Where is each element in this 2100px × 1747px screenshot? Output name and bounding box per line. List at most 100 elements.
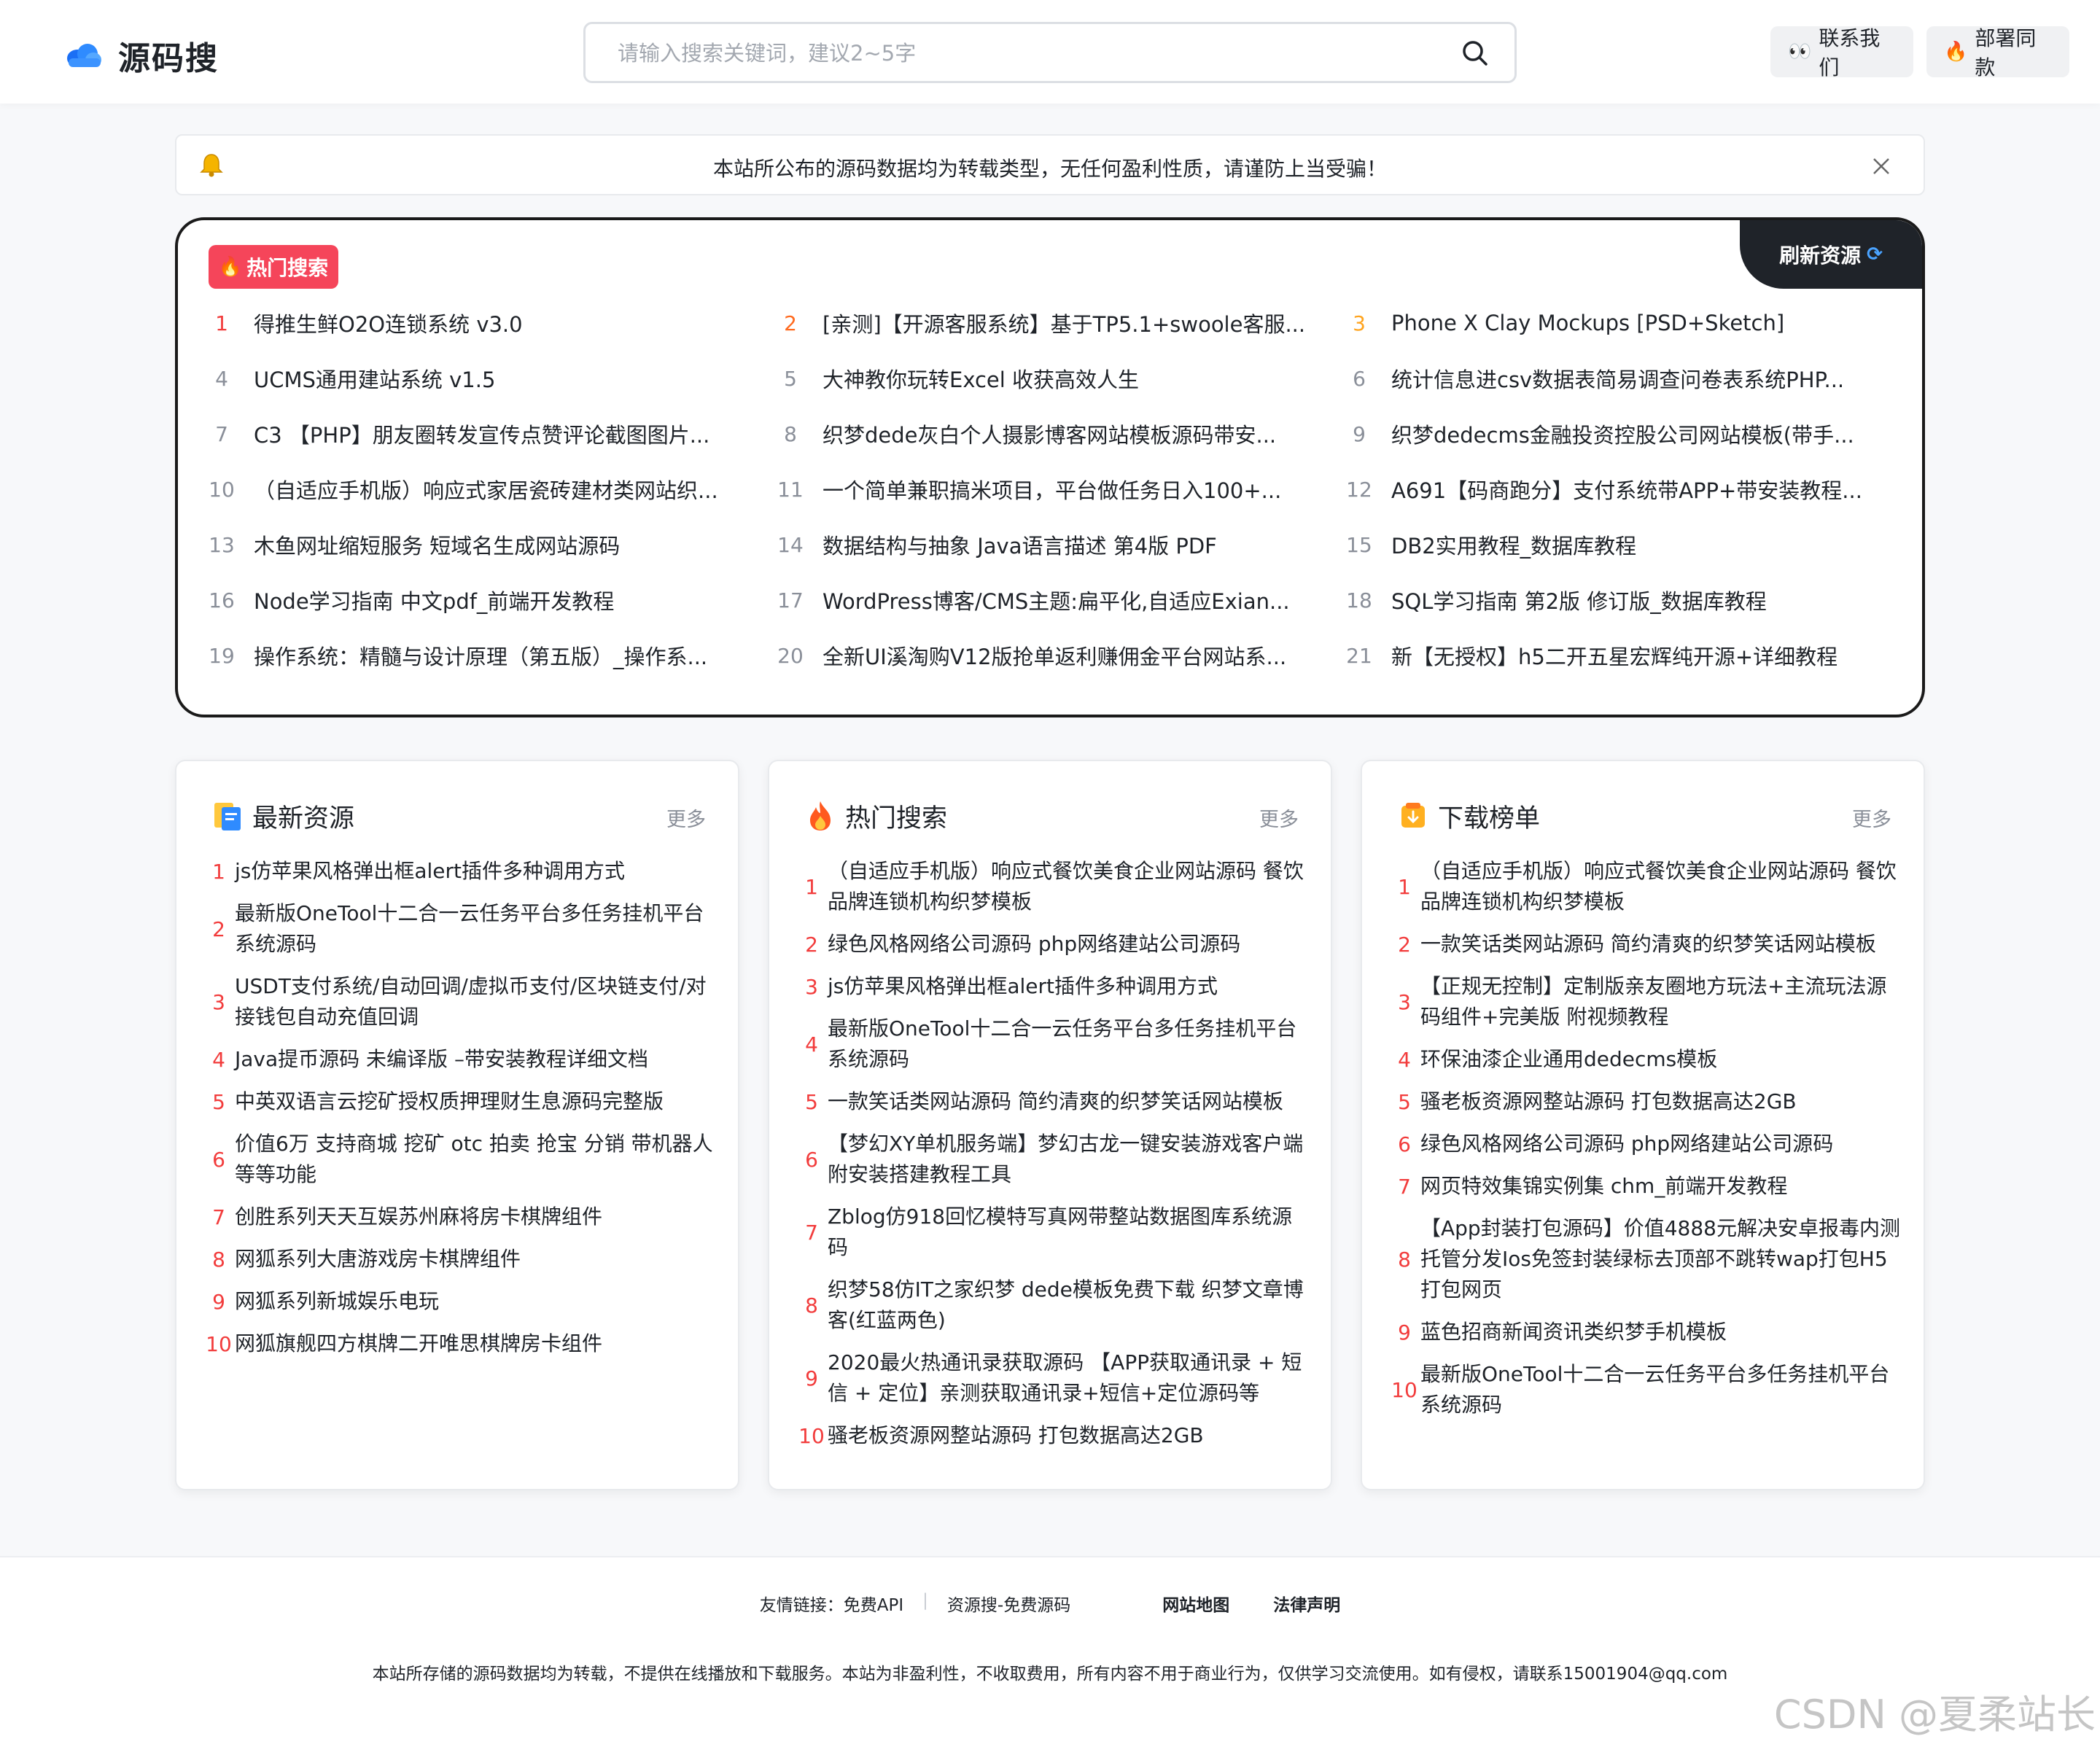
list-item[interactable]: 1 （自适应手机版）响应式餐饮美食企业网站源码 餐饮品牌连锁机构织梦模板 — [1391, 850, 1905, 923]
list-item-title: 价值6万 支持商城 挖矿 otc 拍卖 抢宝 分销 带机器人 等等功能 — [235, 1132, 713, 1186]
more-link[interactable]: 更多 — [1259, 804, 1299, 832]
hot-search-item[interactable]: 10 （自适应手机版）响应式家居瓷砖建材类网站织... — [207, 471, 761, 507]
hot-search-title: DB2实用教程_数据库教程 — [1391, 534, 1637, 559]
rank-number: 9 — [805, 1366, 818, 1390]
friend-link-source-search[interactable]: 资源搜-免费源码 — [947, 1591, 1070, 1616]
list-item[interactable]: 7 网页特效集锦实例集 chm_前端开发教程 — [1391, 1165, 1905, 1207]
list-item[interactable]: 4 环保油漆企业通用dedecms模板 — [1391, 1038, 1905, 1081]
list-item[interactable]: 6 绿色风格网络公司源码 php网络建站公司源码 — [1391, 1123, 1905, 1165]
list-item[interactable]: 1 （自适应手机版）响应式餐饮美食企业网站源码 餐饮品牌连锁机构织梦模板 — [798, 850, 1312, 923]
document-icon — [214, 803, 241, 830]
search-icon[interactable] — [1461, 39, 1490, 68]
list-item[interactable]: 4 Java提币源码 未编译版 –带安装教程详细文档 — [206, 1038, 719, 1081]
more-link[interactable]: 更多 — [666, 804, 706, 832]
rank-number: 2 — [212, 917, 225, 941]
rank-number: 6 — [1353, 366, 1366, 391]
hot-search-item[interactable]: 7 C3 【PHP】朋友圈转发宣传点赞评论截图图片... — [207, 416, 761, 452]
list-item[interactable]: 8 【App封装打包源码】价值4888元解决安卓报毒内测托管分发Ios免签封装绿标… — [1391, 1207, 1905, 1311]
list-item[interactable]: 7 Zblog仿918回忆模特写真网带整站数据图库系统源码 — [798, 1196, 1312, 1269]
rank-number: 1 — [215, 311, 228, 335]
hot-search-item[interactable]: 11 一个简单兼职搞米项目，平台做任务日入100+... — [776, 471, 1330, 507]
card-header: 热门搜索 更多 — [806, 798, 1299, 834]
list-item[interactable]: 3 【正规无控制】定制版亲友圈地方玩法+主流玩法源码组件+完美版 附视频教程 — [1391, 965, 1905, 1038]
hot-search-item[interactable]: 13 木鱼网址缩短服务 短域名生成网站源码 — [207, 526, 761, 563]
list-item[interactable]: 2 最新版OneTool十二合一云任务平台多任务挂机平台系统源码 — [206, 892, 719, 965]
hot-search-title: 大神教你玩转Excel 收获高效人生 — [822, 367, 1140, 392]
hot-search-item[interactable]: 16 Node学习指南 中文pdf_前端开发教程 — [207, 582, 761, 618]
list-item[interactable]: 10 骚老板资源网整站源码 打包数据高达2GB — [798, 1415, 1312, 1457]
close-icon[interactable] — [1871, 156, 1891, 176]
hot-search-item[interactable]: 20 全新UI溪淘购V12版抢单返利赚佣金平台网站系... — [776, 637, 1330, 674]
hot-search-title: 织梦dede灰白个人摄影博客网站模板源码带安... — [822, 423, 1277, 448]
hot-search-item[interactable]: 14 数据结构与抽象 Java语言描述 第4版 PDF — [776, 526, 1330, 563]
sitemap-link[interactable]: 网站地图 — [1162, 1591, 1229, 1616]
rank-number: 14 — [777, 532, 804, 557]
list-item[interactable]: 2 一款笑话类网站源码 简约清爽的织梦笑话网站模板 — [1391, 923, 1905, 965]
search-input[interactable] — [618, 36, 1420, 71]
hot-search-item[interactable]: 8 织梦dede灰白个人摄影博客网站模板源码带安... — [776, 416, 1330, 452]
hot-search-panel: 🔥 热门搜索 刷新资源 ⟳ 1 得推生鲜O2O连锁系统 v3.0 2 [亲测]【开源客… — [175, 217, 1925, 717]
hot-search-item[interactable]: 5 大神教你玩转Excel 收获高效人生 — [776, 360, 1330, 397]
hot-search-item[interactable]: 6 统计信息进csv数据表简易调查问卷表系统PHP... — [1345, 360, 1899, 397]
list-item[interactable]: 2 绿色风格网络公司源码 php网络建站公司源码 — [798, 923, 1312, 965]
flame-icon — [810, 801, 831, 830]
rank-number: 9 — [1398, 1320, 1411, 1345]
list-item[interactable]: 10 最新版OneTool十二合一云任务平台多任务挂机平台系统源码 — [1391, 1353, 1905, 1426]
list-item-title: 绿色风格网络公司源码 php网络建站公司源码 — [828, 932, 1241, 956]
deploy-same-button[interactable]: 🔥 部署同款 — [1926, 26, 2069, 79]
list-item-title: 【正规无控制】定制版亲友圈地方玩法+主流玩法源码组件+完美版 附视频教程 — [1420, 974, 1887, 1029]
hot-search-title: Phone X Clay Mockups [PSD+Sketch] — [1391, 311, 1785, 335]
list-item-title: 最新版OneTool十二合一云任务平台多任务挂机平台系统源码 — [1420, 1362, 1890, 1417]
hot-search-item[interactable]: 2 [亲测]【开源客服系统】基于TP5.1+swoole客服... — [776, 305, 1330, 341]
deploy-same-label: 部署同款 — [1975, 26, 2037, 79]
list-item[interactable]: 9 蓝色招商新闻资讯类织梦手机模板 — [1391, 1311, 1905, 1353]
hot-search-item[interactable]: 1 得推生鲜O2O连锁系统 v3.0 — [207, 305, 761, 341]
legal-notice-link[interactable]: 法律声明 — [1273, 1591, 1340, 1616]
list-item[interactable]: 6 价值6万 支持商城 挖矿 otc 拍卖 抢宝 分销 带机器人 等等功能 — [206, 1123, 719, 1196]
list-item[interactable]: 3 USDT支付系统/自动回调/虚拟币支付/区块链支付/对接钱包自动充值回调 — [206, 965, 719, 1038]
refresh-icon: ⟳ — [1867, 244, 1883, 265]
hot-search-item[interactable]: 9 织梦dedecms金融投资控股公司网站模板(带手... — [1345, 416, 1899, 452]
list-item-title: 最新版OneTool十二合一云任务平台多任务挂机平台系统源码 — [828, 1016, 1297, 1071]
list-item-title: 网狐旗舰四方棋牌二开唯思棋牌房卡组件 — [235, 1331, 603, 1355]
hot-search-title: 数据结构与抽象 Java语言描述 第4版 PDF — [822, 534, 1217, 559]
search-box[interactable] — [583, 22, 1517, 83]
rank-number: 20 — [777, 643, 804, 668]
friend-link-free-api[interactable]: 友情链接：免费API — [760, 1591, 903, 1616]
list-item[interactable]: 9 网狐系列新城娱乐电玩 — [206, 1280, 719, 1323]
list-item[interactable]: 9 2020最火热通讯录获取源码 【APP获取通讯录 + 短信 + 定位】亲测获取… — [798, 1342, 1312, 1415]
hot-search-item[interactable]: 18 SQL学习指南 第2版 修订版_数据库教程 — [1345, 582, 1899, 618]
list-item[interactable]: 7 创胜系列天天互娱苏州麻将房卡棋牌组件 — [206, 1196, 719, 1238]
hot-search-item[interactable]: 4 UCMS通用建站系统 v1.5 — [207, 360, 761, 397]
site-name: 源码搜 — [118, 40, 219, 77]
watermark: CSDN @夏柔站长 — [1773, 1692, 2096, 1738]
list-item[interactable]: 5 一款笑话类网站源码 简约清爽的织梦笑话网站模板 — [798, 1081, 1312, 1123]
contact-us-button[interactable]: 👀 联系我们 — [1770, 26, 1913, 79]
list-item[interactable]: 8 织梦58仿IT之家织梦 dede模板免费下载 织梦文章博客(红蓝两色) — [798, 1269, 1312, 1342]
hot-search-item[interactable]: 17 WordPress博客/CMS主题:扁平化,自适应Exian... — [776, 582, 1330, 618]
list-item[interactable]: 1 js仿苹果风格弹出框alert插件多种调用方式 — [206, 850, 719, 892]
hot-search-item[interactable]: 3 Phone X Clay Mockups [PSD+Sketch] — [1345, 305, 1899, 341]
list-item[interactable]: 3 js仿苹果风格弹出框alert插件多种调用方式 — [798, 965, 1312, 1008]
list-item[interactable]: 5 骚老板资源网整站源码 打包数据高达2GB — [1391, 1081, 1905, 1123]
rank-number: 8 — [805, 1293, 818, 1318]
rank-number: 12 — [1346, 477, 1372, 502]
card-title: 热门搜索 — [845, 804, 948, 833]
list-item[interactable]: 10 网狐旗舰四方棋牌二开唯思棋牌房卡组件 — [206, 1323, 719, 1365]
hot-search-item[interactable]: 19 操作系统：精髓与设计原理（第五版）_操作系... — [207, 637, 761, 674]
hot-search-item[interactable]: 15 DB2实用教程_数据库教程 — [1345, 526, 1899, 563]
more-link[interactable]: 更多 — [1852, 804, 1891, 832]
hot-search-title: SQL学习指南 第2版 修订版_数据库教程 — [1391, 589, 1767, 614]
site-logo[interactable]: 源码搜 — [64, 32, 219, 79]
rank-number: 7 — [1398, 1174, 1411, 1199]
refresh-resources-button[interactable]: 刷新资源 ⟳ — [1740, 220, 1922, 289]
list-item[interactable]: 8 网狐系列大唐游戏房卡棋牌组件 — [206, 1238, 719, 1280]
list-item[interactable]: 4 最新版OneTool十二合一云任务平台多任务挂机平台系统源码 — [798, 1008, 1312, 1081]
hot-search-item[interactable]: 12 A691【码商跑分】支付系统带APP+带安装教程... — [1345, 471, 1899, 507]
list-item[interactable]: 6 【梦幻XY单机服务端】梦幻古龙一键安装游戏客户端附安装搭建教程工具 — [798, 1123, 1312, 1196]
list-item[interactable]: 5 中英双语言云挖矿授权质押理财生息源码完整版 — [206, 1081, 719, 1123]
latest-resources-card: 最新资源 更多 1 js仿苹果风格弹出框alert插件多种调用方式 2 最新版OneT… — [175, 760, 739, 1490]
list-item-title: 最新版OneTool十二合一云任务平台多任务挂机平台系统源码 — [235, 901, 704, 956]
hot-search-item[interactable]: 21 新【无授权】h5二开五星宏辉纯开源+详细教程 — [1345, 637, 1899, 674]
